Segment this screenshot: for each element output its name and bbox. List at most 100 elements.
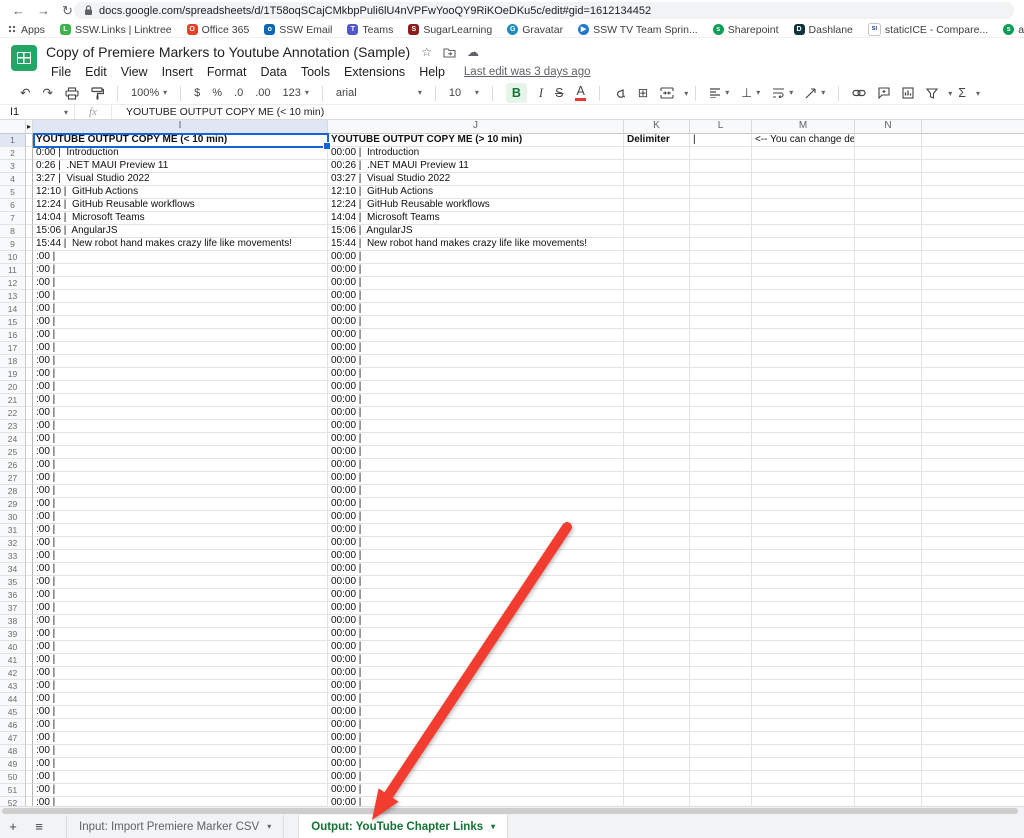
cell-M28[interactable] xyxy=(752,485,855,498)
row-header-22[interactable]: 22 xyxy=(0,407,26,420)
cell-K15[interactable] xyxy=(624,316,690,329)
row-header-16[interactable]: 16 xyxy=(0,329,26,342)
cell-K39[interactable] xyxy=(624,628,690,641)
cell-J23[interactable]: 00:00 | xyxy=(328,420,624,433)
cell-N38[interactable] xyxy=(855,615,922,628)
cell-N25[interactable] xyxy=(855,446,922,459)
cell-K22[interactable] xyxy=(624,407,690,420)
cell-M51[interactable] xyxy=(752,784,855,797)
cell-N44[interactable] xyxy=(855,693,922,706)
cell-empty[interactable] xyxy=(922,147,1024,160)
bookmark-ssw-email[interactable]: oSSW Email xyxy=(264,24,332,36)
menu-help[interactable]: Help xyxy=(419,65,445,79)
cell-empty[interactable] xyxy=(922,485,1024,498)
row-header-29[interactable]: 29 xyxy=(0,498,26,511)
cell-I25[interactable]: :00 | xyxy=(33,446,328,459)
cell-K49[interactable] xyxy=(624,758,690,771)
row-header-3[interactable]: 3 xyxy=(0,160,26,173)
cell-J40[interactable]: 00:00 | xyxy=(328,641,624,654)
cell-L3[interactable] xyxy=(690,160,752,173)
strikethrough-button[interactable]: S xyxy=(555,83,563,103)
cell-empty[interactable] xyxy=(922,628,1024,641)
cell-L43[interactable] xyxy=(690,680,752,693)
refresh-icon[interactable]: ↻ xyxy=(62,0,73,22)
cell-K3[interactable] xyxy=(624,160,690,173)
cell-N1[interactable] xyxy=(855,134,922,147)
column-header-I[interactable]: I xyxy=(33,120,328,134)
cell-I1[interactable]: YOUTUBE OUTPUT COPY ME (< 10 min) xyxy=(33,134,328,147)
column-header-K[interactable]: K xyxy=(624,120,690,134)
cell-empty[interactable] xyxy=(922,524,1024,537)
cell-N46[interactable] xyxy=(855,719,922,732)
cell-J43[interactable]: 00:00 | xyxy=(328,680,624,693)
cell-I8[interactable]: 15:06 | AngularJS xyxy=(33,225,328,238)
cell-J12[interactable]: 00:00 | xyxy=(328,277,624,290)
cell-L41[interactable] xyxy=(690,654,752,667)
cell-N13[interactable] xyxy=(855,290,922,303)
cell-L5[interactable] xyxy=(690,186,752,199)
row-header-15[interactable]: 15 xyxy=(0,316,26,329)
row-header-32[interactable]: 32 xyxy=(0,537,26,550)
cell-I35[interactable]: :00 | xyxy=(33,576,328,589)
cell-I20[interactable]: :00 | xyxy=(33,381,328,394)
cell-N12[interactable] xyxy=(855,277,922,290)
cell-J21[interactable]: 00:00 | xyxy=(328,394,624,407)
cell-I51[interactable]: :00 | xyxy=(33,784,328,797)
cell-K41[interactable] xyxy=(624,654,690,667)
row-header-23[interactable]: 23 xyxy=(0,420,26,433)
cell-J22[interactable]: 00:00 | xyxy=(328,407,624,420)
cell-N36[interactable] xyxy=(855,589,922,602)
cell-J36[interactable]: 00:00 | xyxy=(328,589,624,602)
cell-M13[interactable] xyxy=(752,290,855,303)
cell-N26[interactable] xyxy=(855,459,922,472)
cell-K38[interactable] xyxy=(624,615,690,628)
row-header-36[interactable]: 36 xyxy=(0,589,26,602)
cell-M49[interactable] xyxy=(752,758,855,771)
cell-N43[interactable] xyxy=(855,680,922,693)
cell-I2[interactable]: 0:00 | Introduction xyxy=(33,147,328,160)
row-header-51[interactable]: 51 xyxy=(0,784,26,797)
cell-K25[interactable] xyxy=(624,446,690,459)
cell-L33[interactable] xyxy=(690,550,752,563)
cell-I3[interactable]: 0:26 | .NET MAUI Preview 11 xyxy=(33,160,328,173)
cell-empty[interactable] xyxy=(922,654,1024,667)
cell-N45[interactable] xyxy=(855,706,922,719)
cell-N34[interactable] xyxy=(855,563,922,576)
row-header-42[interactable]: 42 xyxy=(0,667,26,680)
row-header-18[interactable]: 18 xyxy=(0,355,26,368)
row-header-35[interactable]: 35 xyxy=(0,576,26,589)
row-header-10[interactable]: 10 xyxy=(0,251,26,264)
cell-L19[interactable] xyxy=(690,368,752,381)
bookmark-apps[interactable]: Apps xyxy=(8,24,45,36)
cell-I45[interactable]: :00 | xyxy=(33,706,328,719)
cell-empty[interactable] xyxy=(922,641,1024,654)
cell-M40[interactable] xyxy=(752,641,855,654)
cell-K26[interactable] xyxy=(624,459,690,472)
cell-K2[interactable] xyxy=(624,147,690,160)
cell-M22[interactable] xyxy=(752,407,855,420)
cell-L39[interactable] xyxy=(690,628,752,641)
horizontal-scrollbar[interactable] xyxy=(0,806,1024,815)
cell-J20[interactable]: 00:00 | xyxy=(328,381,624,394)
cell-M18[interactable] xyxy=(752,355,855,368)
cell-L44[interactable] xyxy=(690,693,752,706)
cell-I6[interactable]: 12:24 | GitHub Reusable workflows xyxy=(33,199,328,212)
row-header-2[interactable]: 2 xyxy=(0,147,26,160)
cell-K35[interactable] xyxy=(624,576,690,589)
bookmark-office-365[interactable]: OOffice 365 xyxy=(187,24,250,36)
cell-K28[interactable] xyxy=(624,485,690,498)
menu-format[interactable]: Format xyxy=(207,65,247,79)
cell-I48[interactable]: :00 | xyxy=(33,745,328,758)
cell-N41[interactable] xyxy=(855,654,922,667)
row-header-31[interactable]: 31 xyxy=(0,524,26,537)
cell-N9[interactable] xyxy=(855,238,922,251)
cell-M37[interactable] xyxy=(752,602,855,615)
cell-J9[interactable]: 15:44 | New robot hand makes crazy life … xyxy=(328,238,624,251)
row-header-21[interactable]: 21 xyxy=(0,394,26,407)
cell-M39[interactable] xyxy=(752,628,855,641)
cell-I21[interactable]: :00 | xyxy=(33,394,328,407)
document-title[interactable]: Copy of Premiere Markers to Youtube Anno… xyxy=(46,44,410,60)
cell-L15[interactable] xyxy=(690,316,752,329)
cell-L6[interactable] xyxy=(690,199,752,212)
row-header-24[interactable]: 24 xyxy=(0,433,26,446)
